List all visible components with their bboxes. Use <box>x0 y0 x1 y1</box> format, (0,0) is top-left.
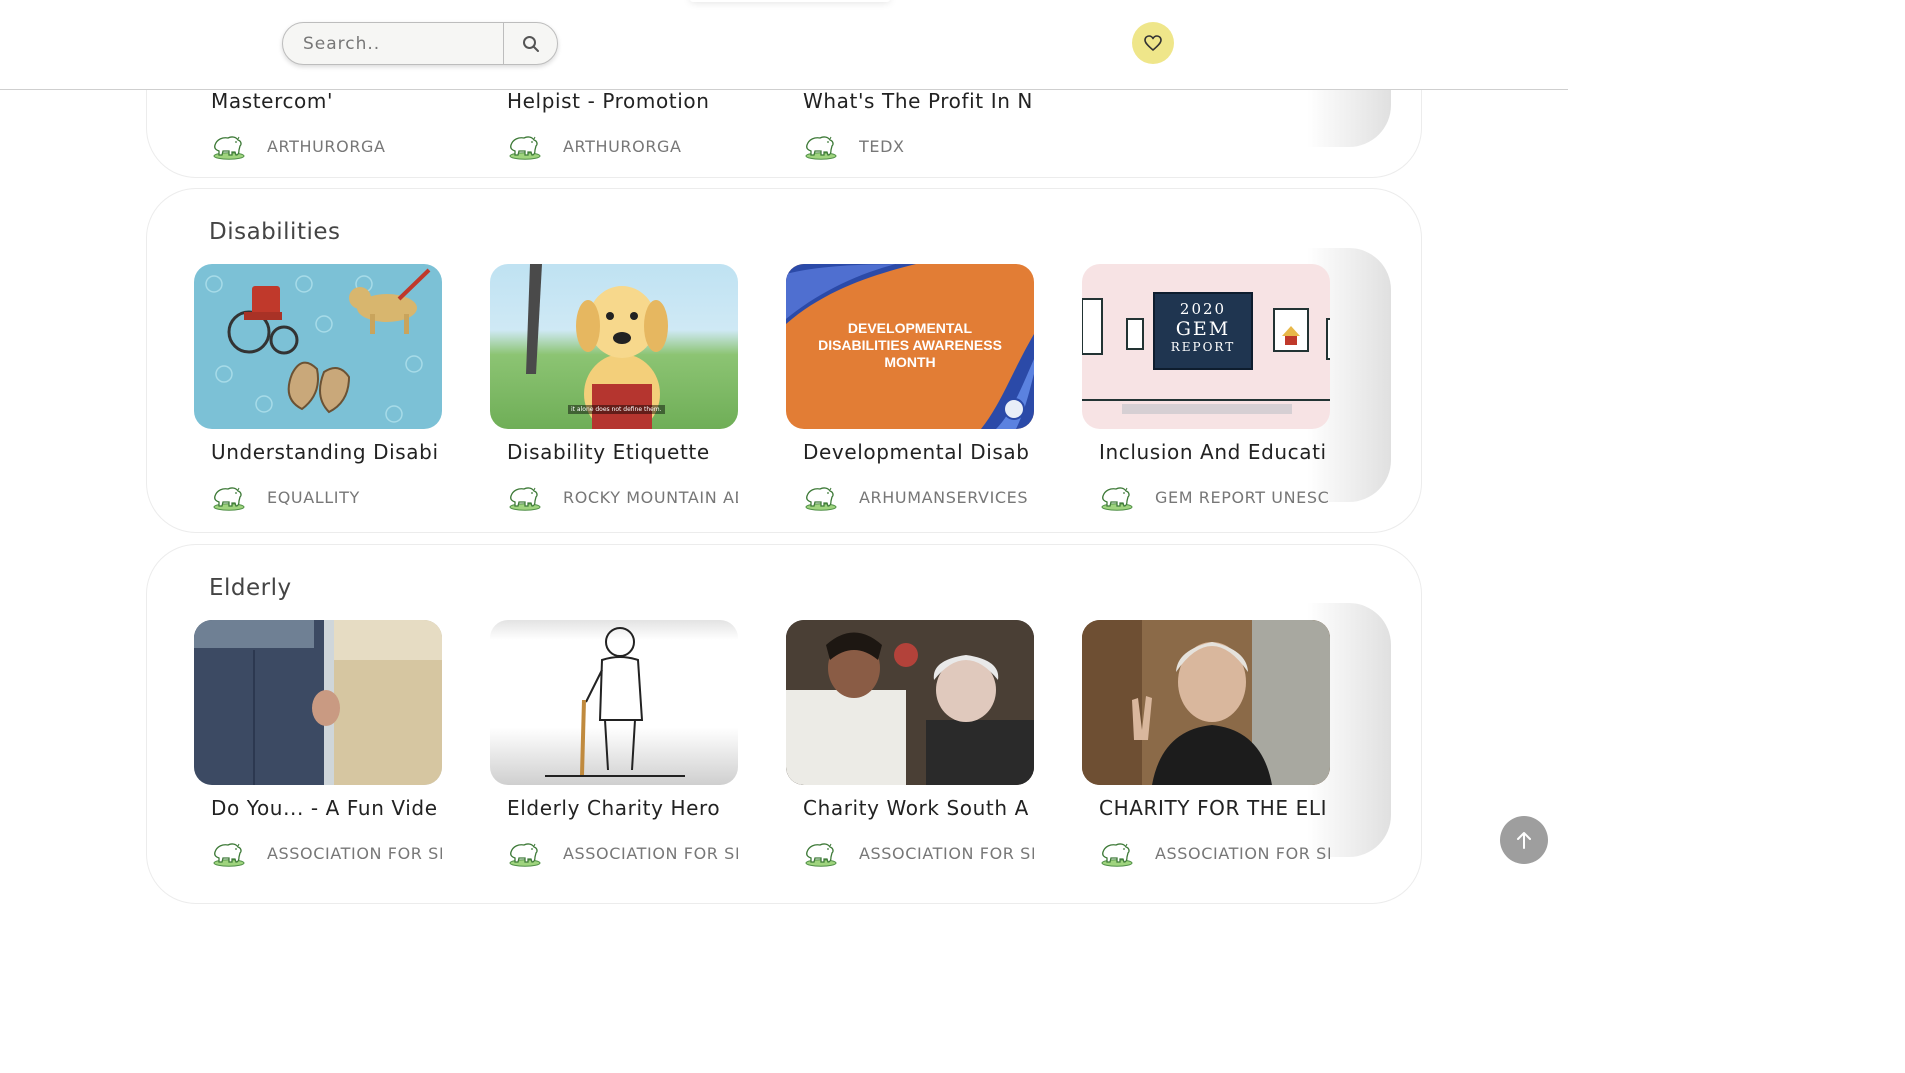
video-thumbnail[interactable] <box>490 620 738 785</box>
arrow-up-icon <box>1517 832 1531 849</box>
channel-bear-icon <box>507 131 541 161</box>
disability-icons-illustration <box>205 268 431 423</box>
channel-name: ASSOCIATION FOR SEN <box>859 843 1034 863</box>
video-title: Charity Work South A <box>803 796 1029 820</box>
channel-name: GEM REPORT UNESCO <box>1155 487 1330 507</box>
channel-info: ASSOCIATION FOR SEN <box>211 838 442 868</box>
channel-name: TEDX <box>859 136 905 156</box>
video-title: Developmental Disab <box>803 440 1030 464</box>
board-year: 2020 <box>1179 300 1227 318</box>
video-title: Mastercom' <box>211 89 334 113</box>
video-title: What's The Profit In N <box>803 89 1033 113</box>
channel-name: ASSOCIATION FOR SEN <box>563 843 738 863</box>
section-title: Elderly <box>209 575 292 601</box>
channel-bear-icon <box>507 838 541 868</box>
heart-icon <box>1144 35 1162 51</box>
section-title: Disabilities <box>209 219 341 245</box>
elderly-man-sketch <box>545 627 685 777</box>
channel-bear-icon <box>507 482 541 512</box>
header <box>0 0 1568 90</box>
channel-info: ASSOCIATION FOR SEN <box>803 838 1034 868</box>
search-bar <box>282 22 558 65</box>
channel-info: ROCKY MOUNTAIN AD <box>507 482 738 512</box>
channel-bear-icon <box>211 131 245 161</box>
video-thumbnail[interactable] <box>786 620 1034 785</box>
channel-name: ARTHURORGA <box>267 136 386 156</box>
thumbnail-headline: DEVELOPMENTAL DISABILITIES AWARENESS MON… <box>818 320 1002 370</box>
scroll-to-top-button[interactable] <box>1500 816 1548 864</box>
video-card[interactable]: it alone does not define them. Disabilit… <box>490 264 738 429</box>
channel-name: ARTHURORGA <box>563 136 682 156</box>
video-thumbnail[interactable]: it alone does not define them. <box>490 264 738 429</box>
video-title: Understanding Disabi <box>211 440 439 464</box>
video-title: Disability Etiquette <box>507 440 710 464</box>
board-title: GEM <box>1175 318 1231 340</box>
channel-bear-icon <box>803 131 837 161</box>
video-thumbnail[interactable] <box>1082 620 1330 785</box>
channel-bear-icon <box>803 838 837 868</box>
section-elderly: Elderly Do You... - A Fun Vide ASSOCIATI… <box>146 544 1422 904</box>
video-title: CHARITY FOR THE ELI <box>1099 796 1328 820</box>
video-thumbnail[interactable] <box>194 264 442 429</box>
channel-bear-icon <box>211 838 245 868</box>
channel-bear-icon <box>1099 838 1133 868</box>
video-thumbnail[interactable]: 2020 GEM REPORT <box>1082 264 1330 429</box>
video-title: Elderly Charity Hero <box>507 796 721 820</box>
channel-name: EQUALLITY <box>267 487 360 507</box>
video-card[interactable]: 2020 GEM REPORT Inclusion And Educati GE… <box>1082 264 1330 429</box>
elderly-woman-photo <box>1082 620 1330 785</box>
channel-name: ARHUMANSERVICES <box>859 487 1029 507</box>
channel-info: ARTHURORGA <box>507 131 738 161</box>
search-button[interactable] <box>503 23 557 64</box>
video-title: Do You... - A Fun Vide <box>211 796 438 820</box>
video-thumbnail[interactable] <box>194 620 442 785</box>
channel-info: EQUALLITY <box>211 482 442 512</box>
video-card[interactable]: Understanding Disabi EQUALLITY <box>194 264 442 429</box>
care-worker-photo <box>786 620 1034 785</box>
video-card[interactable]: DEVELOPMENTAL DISABILITIES AWARENESS MON… <box>786 264 1034 429</box>
channel-name: ROCKY MOUNTAIN AD <box>563 487 738 507</box>
favorites-button[interactable] <box>1132 22 1174 64</box>
gem-report-board: 2020 GEM REPORT <box>1153 292 1253 370</box>
video-caption: it alone does not define them. <box>568 405 665 414</box>
channel-info: ARTHURORGA <box>211 131 442 161</box>
channel-info: ASSOCIATION FOR SEN <box>507 838 738 868</box>
video-title: Inclusion And Educati <box>1099 440 1327 464</box>
header-glow <box>690 0 890 2</box>
elderly-couple-photo <box>194 620 442 785</box>
channel-bear-icon <box>1099 482 1133 512</box>
video-title: Helpist - Promotion <box>507 89 710 113</box>
channel-bear-icon <box>803 482 837 512</box>
video-card[interactable]: CHARITY FOR THE ELI ASSOCIATION FOR SEN <box>1082 620 1330 785</box>
channel-name: ASSOCIATION FOR SEN <box>1155 843 1330 863</box>
search-input[interactable] <box>283 23 503 64</box>
search-icon <box>522 35 539 52</box>
video-card[interactable]: Do You... - A Fun Vide ASSOCIATION FOR S… <box>194 620 442 785</box>
video-card[interactable]: Charity Work South A ASSOCIATION FOR SEN <box>786 620 1034 785</box>
channel-name: ASSOCIATION FOR SEN <box>267 843 442 863</box>
board-subtitle: REPORT <box>1170 340 1236 354</box>
video-card[interactable]: Elderly Charity Hero ASSOCIATION FOR SEN <box>490 620 738 785</box>
channel-bear-icon <box>211 482 245 512</box>
channel-info: ASSOCIATION FOR SEN <box>1099 838 1330 868</box>
video-thumbnail[interactable]: DEVELOPMENTAL DISABILITIES AWARENESS MON… <box>786 264 1034 429</box>
channel-info: GEM REPORT UNESCO <box>1099 482 1330 512</box>
section-disabilities: Disabilities Understanding Disabi EQUALL… <box>146 188 1422 533</box>
channel-info: ARHUMANSERVICES <box>803 482 1034 512</box>
channel-info: TEDX <box>803 131 1034 161</box>
